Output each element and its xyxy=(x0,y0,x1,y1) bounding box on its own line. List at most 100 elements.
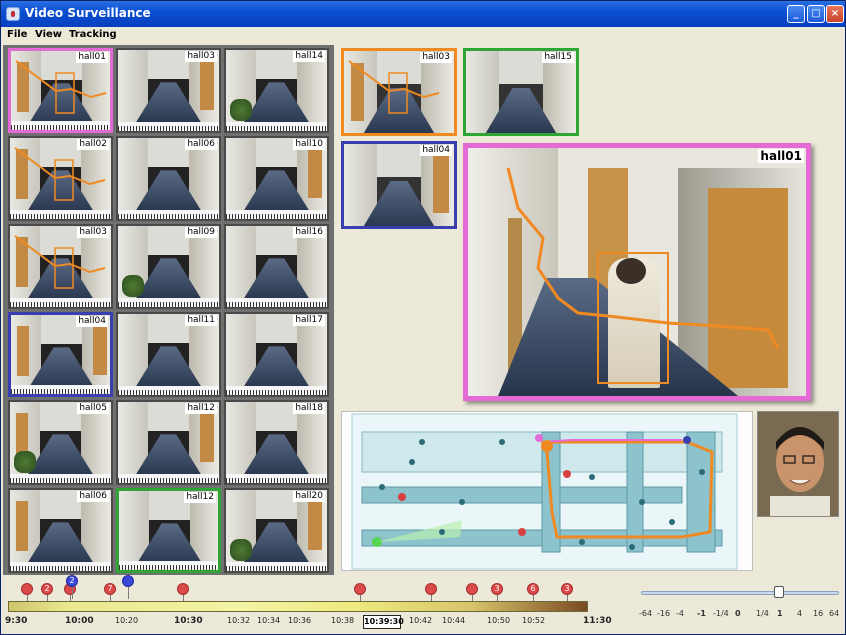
speed-label: -1 xyxy=(697,609,706,618)
camera-label: hall03 xyxy=(185,51,217,62)
time-tick-label: 10:30 xyxy=(174,616,203,626)
camera-thumbnail[interactable]: hall01 xyxy=(8,48,113,133)
camera-label: hall17 xyxy=(293,315,325,326)
activity-graph xyxy=(118,474,219,483)
time-tick-label: 10:44 xyxy=(442,616,466,625)
activity-graph xyxy=(118,122,219,131)
event-marker[interactable]: 6 xyxy=(527,583,539,595)
camera-label: hall06 xyxy=(185,139,217,150)
camera-thumbnail[interactable]: hall10 xyxy=(224,136,329,221)
camera-label: hall12 xyxy=(185,403,217,414)
camera-thumbnail[interactable]: hall17 xyxy=(224,312,329,397)
floor-plan-map[interactable] xyxy=(341,411,753,571)
close-button[interactable]: × xyxy=(826,5,844,23)
speed-label: -16 xyxy=(657,609,671,618)
speed-label: 16 xyxy=(813,609,824,618)
speed-label: -4 xyxy=(676,609,684,618)
face-image xyxy=(758,412,838,516)
event-marker[interactable]: 7 xyxy=(104,583,116,595)
camera-thumbnail[interactable]: hall03 xyxy=(8,224,113,309)
camera-thumbnail[interactable]: hall11 xyxy=(116,312,221,397)
activity-graph xyxy=(118,386,219,395)
event-marker[interactable]: 3 xyxy=(491,583,503,595)
speed-label: -64 xyxy=(639,609,653,618)
time-slider[interactable] xyxy=(8,601,588,612)
timeline[interactable]: 2 2 7 3 6 3 9:30 10:00 10:20 10:30 10:32 10:34 10:3… xyxy=(1,575,845,635)
event-marker[interactable] xyxy=(354,583,366,595)
activity-graph xyxy=(226,122,327,131)
playback-speed-slider[interactable] xyxy=(641,586,839,598)
title-bar[interactable]: Video Surveillance _ □ × xyxy=(1,1,845,27)
focus-camera[interactable]: hall04 xyxy=(341,141,457,229)
person-marker-red-3 xyxy=(563,470,571,478)
main-camera-view[interactable]: hall01 xyxy=(463,143,811,401)
camera-label: hall02 xyxy=(77,139,109,150)
event-marker-stem xyxy=(72,587,73,599)
event-marker-stem xyxy=(128,587,129,599)
activity-graph xyxy=(226,474,327,483)
camera-label: hall04 xyxy=(420,145,452,156)
camera-thumbnail[interactable]: hall05 xyxy=(8,400,113,485)
activity-graph xyxy=(10,210,111,219)
corridor-east xyxy=(626,431,644,553)
camera-label: hall14 xyxy=(293,51,325,62)
activity-graph xyxy=(226,386,327,395)
main-camera-feed xyxy=(468,148,806,396)
camera-thumbnail[interactable]: hall03 xyxy=(116,48,221,133)
camera-thumbnail[interactable]: hall18 xyxy=(224,400,329,485)
time-tick-label: 10:52 xyxy=(522,616,546,625)
camera-thumbnail[interactable]: hall04 xyxy=(8,312,113,397)
maximize-button[interactable]: □ xyxy=(807,5,825,23)
activity-graph xyxy=(10,474,111,483)
camera-thumbnail[interactable]: hall06 xyxy=(8,488,113,573)
event-marker[interactable] xyxy=(466,583,478,595)
camera-label: hall03 xyxy=(420,52,452,63)
speed-label: 1 xyxy=(777,609,783,618)
event-marker[interactable] xyxy=(122,575,134,587)
main-camera-label: hall01 xyxy=(758,149,804,163)
camera-thumbnail[interactable]: hall09 xyxy=(116,224,221,309)
camera-label: hall11 xyxy=(185,315,217,326)
event-marker[interactable]: 2 xyxy=(41,583,53,595)
camera-thumbnail[interactable]: hall06 xyxy=(116,136,221,221)
speed-thumb[interactable] xyxy=(774,586,784,598)
activity-graph xyxy=(11,385,110,394)
speed-track[interactable] xyxy=(641,591,839,595)
camera-thumbnail[interactable]: hall20 xyxy=(224,488,329,573)
person-marker-current xyxy=(541,440,553,452)
menu-view[interactable]: View xyxy=(35,29,62,40)
event-marker[interactable]: 2 xyxy=(66,575,78,587)
focus-camera[interactable]: hall03 xyxy=(341,48,457,136)
time-tick-label: 10:34 xyxy=(257,616,281,625)
focus-camera[interactable]: hall15 xyxy=(463,48,579,136)
event-marker[interactable] xyxy=(425,583,437,595)
camera-thumbnail[interactable]: hall02 xyxy=(8,136,113,221)
menu-file[interactable]: File xyxy=(7,29,27,40)
camera-label: hall12 xyxy=(184,492,216,503)
current-time-readout: 10:39:30 xyxy=(363,615,404,629)
time-tick-label: 10:38 xyxy=(331,616,355,625)
camera-label: hall18 xyxy=(293,403,325,414)
event-marker[interactable] xyxy=(177,583,189,595)
camera-thumbnail[interactable]: hall16 xyxy=(224,224,329,309)
speed-label: 64 xyxy=(829,609,840,618)
floor-plan-svg xyxy=(351,413,738,570)
speed-label: 0 xyxy=(735,609,741,618)
camera-feed xyxy=(344,51,454,133)
camera-label: hall09 xyxy=(185,227,217,238)
activity-graph xyxy=(226,298,327,307)
person-marker-red-2 xyxy=(518,528,526,536)
event-marker[interactable]: 3 xyxy=(561,583,573,595)
camera-label: hall16 xyxy=(293,227,325,238)
activity-graph xyxy=(119,561,218,570)
time-tick-label: 10:36 xyxy=(288,616,312,625)
camera-thumbnail[interactable]: hall14 xyxy=(224,48,329,133)
camera-thumbnail[interactable]: hall12 xyxy=(116,400,221,485)
menu-bar: File View Tracking xyxy=(1,27,845,43)
minimize-button[interactable]: _ xyxy=(787,5,805,23)
camera-label: hall01 xyxy=(76,52,108,63)
event-marker[interactable] xyxy=(21,583,33,595)
camera-thumbnail[interactable]: hall12 xyxy=(116,488,221,573)
menu-tracking[interactable]: Tracking xyxy=(69,29,117,40)
time-tick-label: 10:42 xyxy=(409,616,433,625)
